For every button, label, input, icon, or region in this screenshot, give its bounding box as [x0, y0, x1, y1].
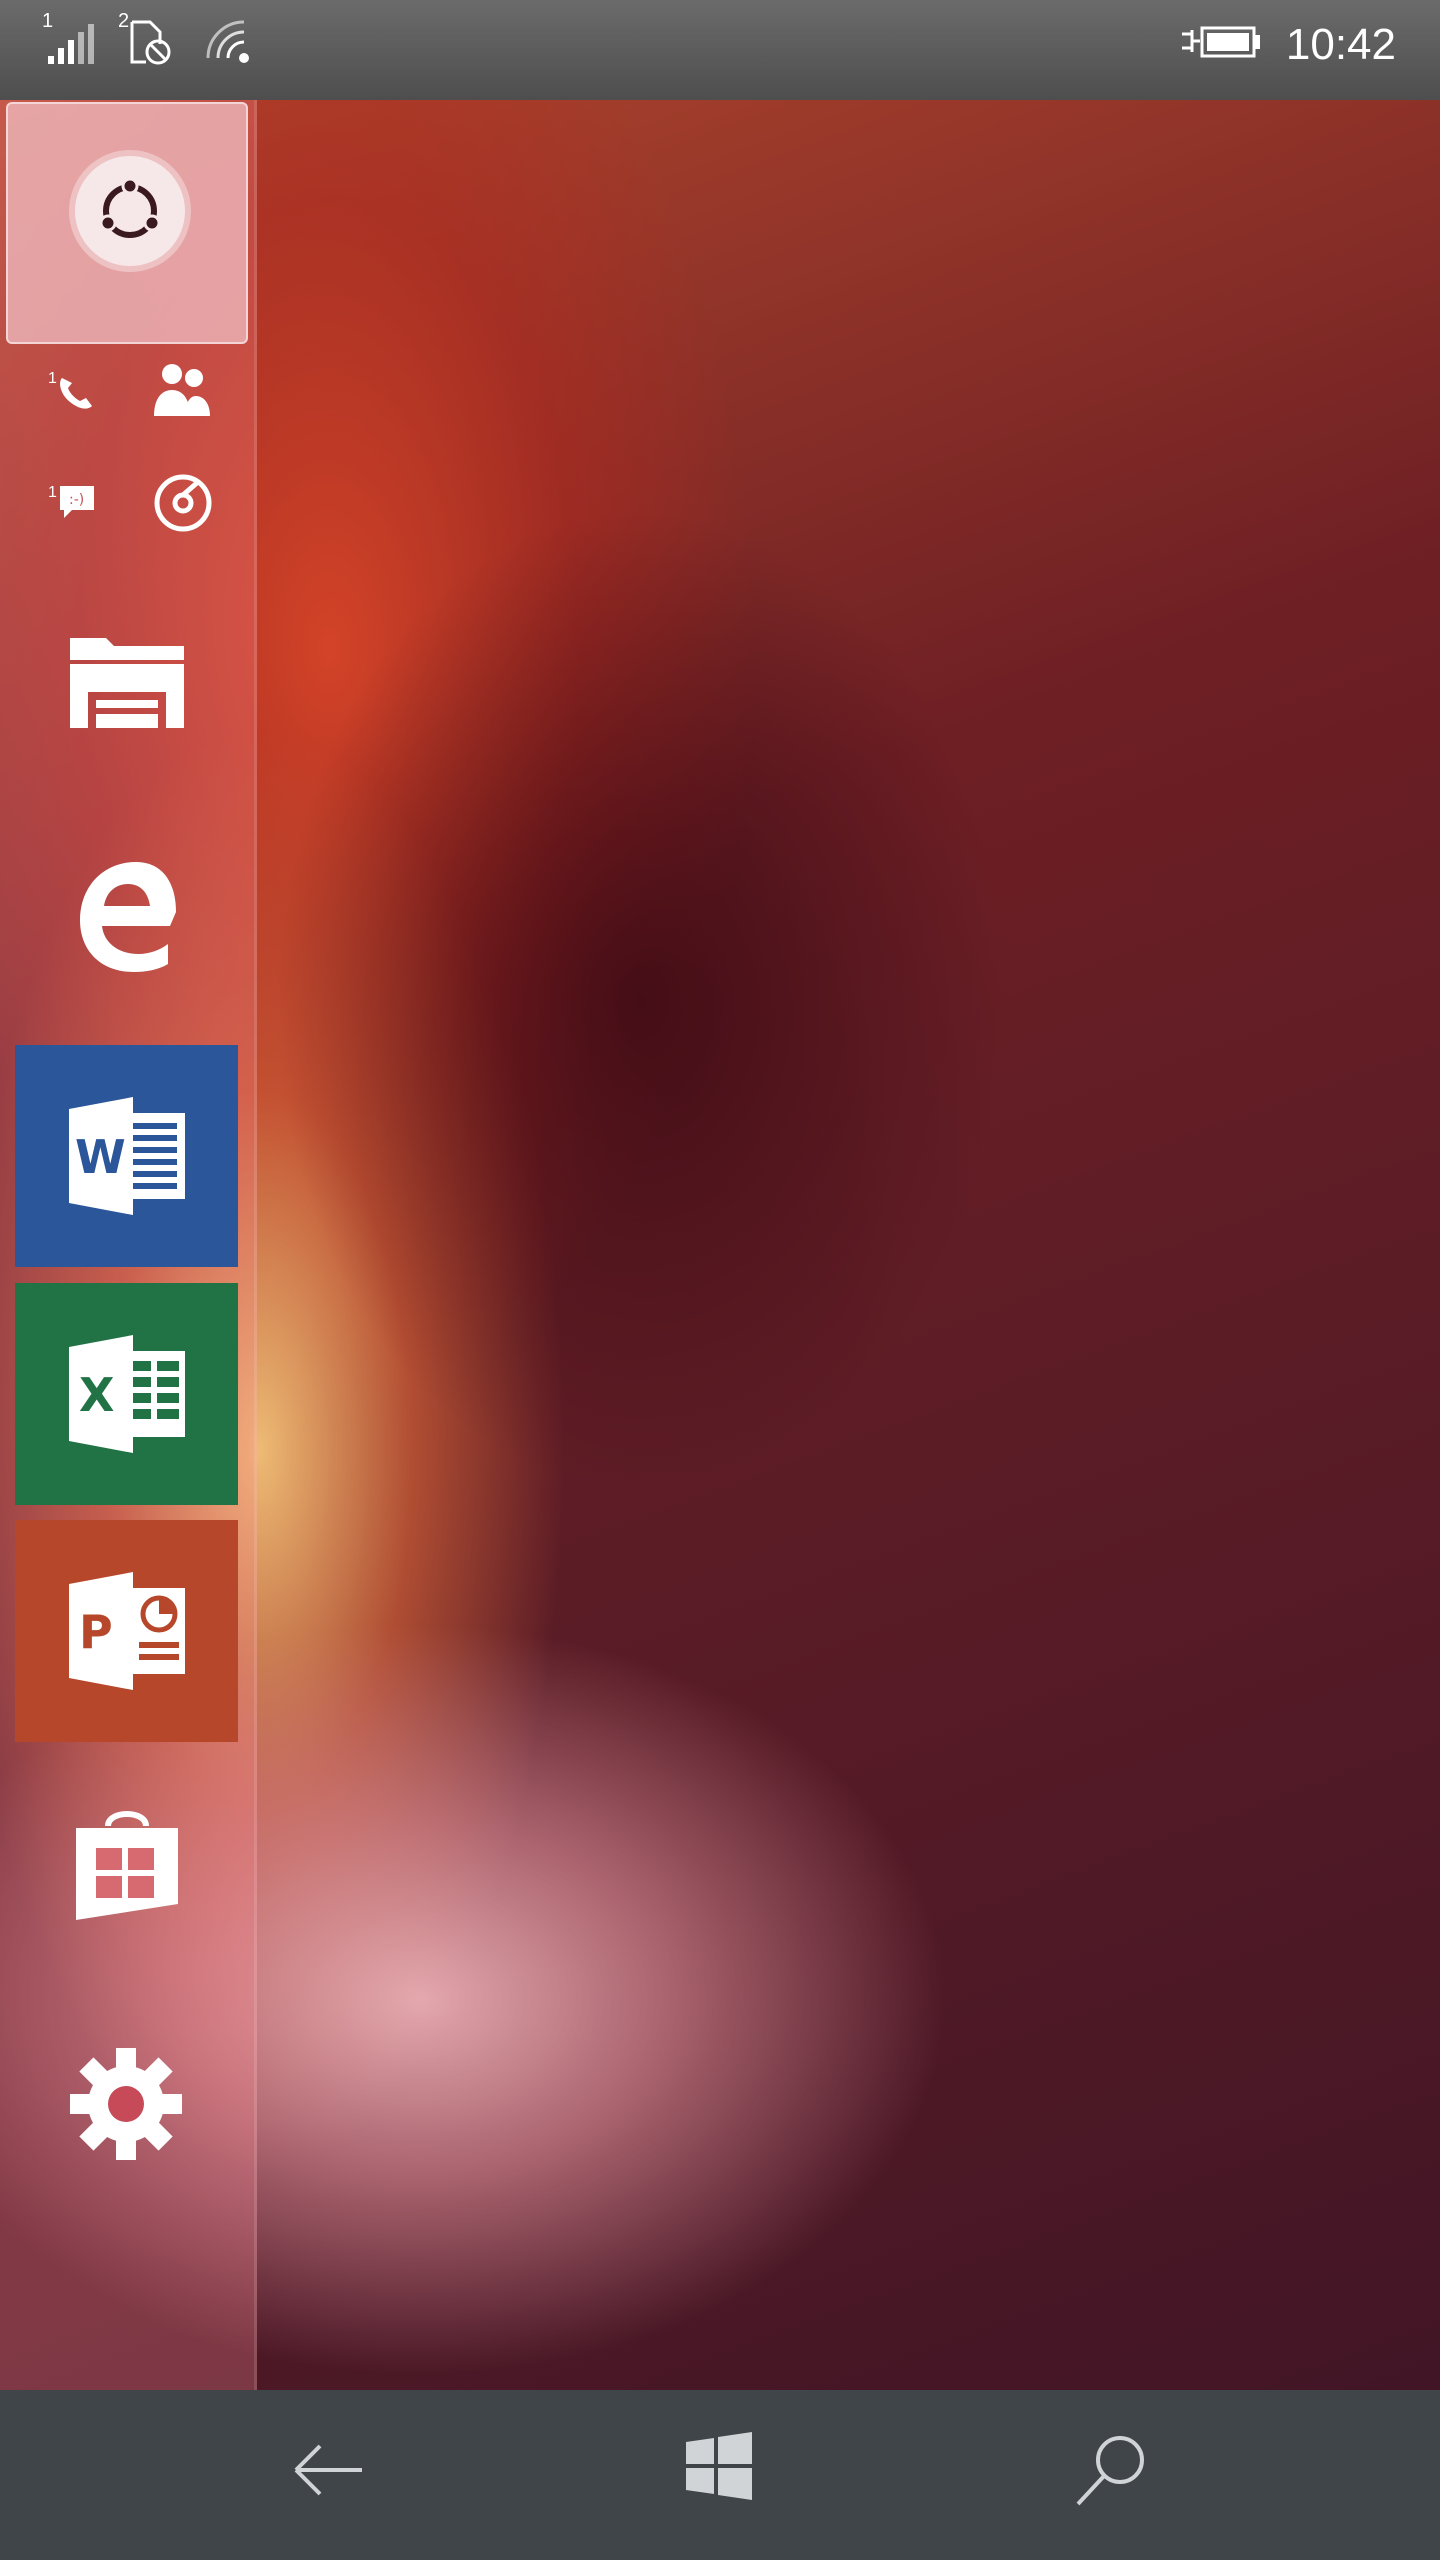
powerpoint-icon: P — [69, 1572, 185, 1690]
search-icon[interactable] — [1074, 2432, 1150, 2508]
gear-icon[interactable] — [68, 2046, 184, 2162]
svg-text:P: P — [79, 1605, 113, 1659]
edge-icon[interactable] — [76, 862, 176, 972]
groove-music-icon[interactable] — [152, 472, 214, 534]
signal-strength-icon — [48, 24, 94, 64]
no-sim-icon — [130, 20, 171, 65]
back-arrow-icon[interactable] — [290, 2432, 366, 2508]
windows-start-icon[interactable] — [684, 2432, 754, 2502]
folder-icon[interactable] — [68, 630, 186, 730]
powerpoint-tile[interactable]: P — [15, 1520, 238, 1742]
navigation-bar — [0, 2390, 1440, 2560]
svg-text:W: W — [75, 1130, 126, 1184]
svg-text::-): :-) — [69, 492, 84, 508]
clock: 10:42 — [1285, 20, 1396, 69]
people-icon[interactable] — [150, 360, 214, 420]
start-tile[interactable] — [6, 102, 248, 344]
status-bar: 1 2 10:42 — [0, 0, 1440, 100]
battery-charging-icon — [1182, 26, 1260, 58]
excel-icon: X — [69, 1335, 185, 1453]
ubuntu-logo-icon — [75, 156, 185, 266]
phone-icon[interactable] — [52, 370, 98, 416]
messaging-icon[interactable]: :-) — [56, 482, 98, 524]
store-icon[interactable] — [74, 1804, 180, 1920]
excel-tile[interactable]: X — [15, 1283, 238, 1505]
word-icon: W — [69, 1097, 185, 1215]
wifi-icon — [206, 20, 249, 63]
svg-text:X: X — [79, 1368, 114, 1422]
word-tile[interactable]: W — [15, 1045, 238, 1267]
